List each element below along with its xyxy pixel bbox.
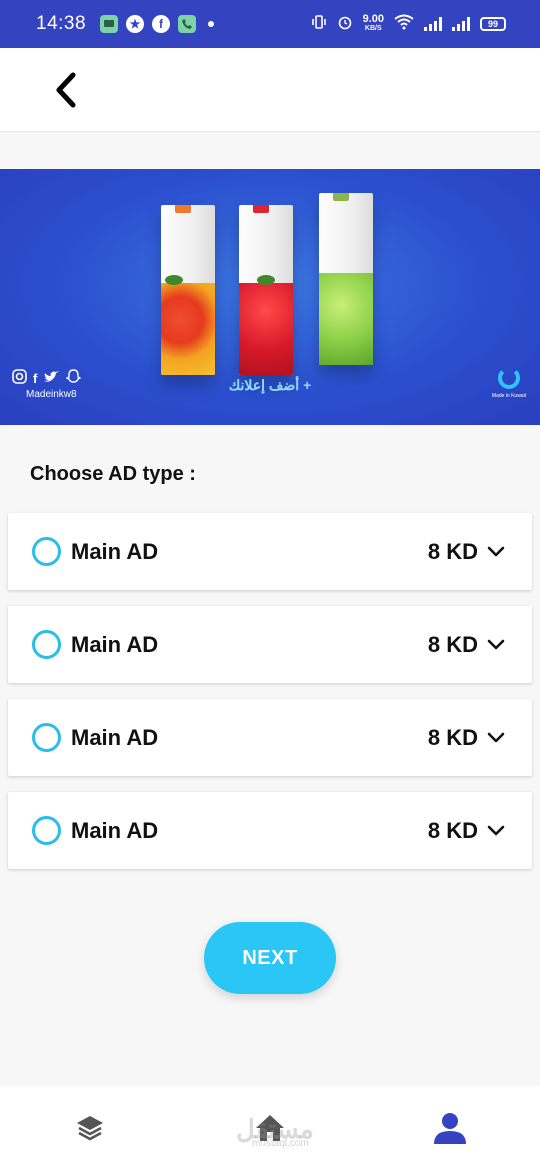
chevron-down-icon[interactable]	[484, 726, 508, 750]
ad-option-price: 8 KD	[427, 538, 478, 564]
ad-option-price: 8 KD	[427, 724, 478, 750]
nav-layers[interactable]	[70, 1108, 110, 1148]
apple-juice-carton	[319, 193, 373, 365]
profile-icon	[434, 1113, 466, 1144]
status-right: 9.00 KB/S 99	[311, 14, 506, 35]
made-in-kuwait-logo: Made in Kuwait	[492, 367, 526, 401]
status-bar: 14:38 ★ f 9.00 KB/S 99	[0, 0, 540, 48]
network-speed: 9.00 KB/S	[362, 13, 384, 33]
back-button[interactable]	[46, 68, 86, 112]
chevron-left-icon	[56, 72, 76, 108]
battery-icon: 99	[480, 17, 506, 31]
radio-button[interactable]	[32, 630, 61, 659]
app-header	[0, 48, 540, 132]
network-speed-unit: KB/S	[364, 25, 382, 32]
facebook-icon: f	[152, 15, 171, 33]
brand-text: Made in Kuwait	[491, 393, 527, 399]
chevron-down-icon[interactable]	[484, 819, 508, 843]
notification-icons: ★ f	[100, 15, 215, 33]
alarm-icon	[337, 14, 353, 35]
radio-button[interactable]	[32, 816, 61, 845]
message-icon	[100, 15, 119, 33]
ad-option-3[interactable]: Main AD 8 KD	[8, 699, 532, 776]
vibrate-icon	[311, 14, 327, 35]
ad-option-price: 8 KD	[427, 631, 478, 657]
ad-option-label: Main AD	[71, 817, 159, 843]
ad-option-2[interactable]: Main AD 8 KD	[8, 606, 532, 683]
ad-option-1[interactable]: Main AD 8 KD	[8, 513, 532, 590]
status-time: 14:38	[36, 13, 87, 34]
promo-banner[interactable]: f Madeinkw8 + أضف إعلانك Made in Kuwait	[0, 169, 540, 425]
ad-option-label: Main AD	[71, 538, 159, 564]
ad-option-price: 8 KD	[427, 817, 478, 843]
star-icon: ★	[126, 15, 145, 33]
chevron-down-icon[interactable]	[484, 633, 508, 657]
more-notifications-dot	[208, 21, 215, 27]
mango-juice-carton	[161, 205, 215, 375]
chevron-down-icon[interactable]	[484, 540, 508, 564]
add-your-ad-text: + أضف إعلانك	[228, 377, 312, 393]
nav-profile[interactable]	[430, 1108, 470, 1148]
choose-ad-type-title: Choose AD type :	[30, 463, 196, 485]
layers-icon	[77, 1116, 103, 1141]
wifi-icon	[394, 14, 414, 35]
strawberry-juice-carton	[239, 205, 293, 375]
next-button[interactable]: NEXT	[204, 922, 336, 994]
watermark-url: mostaql.com	[252, 1138, 309, 1149]
signal-icon-2	[452, 17, 470, 31]
radio-button[interactable]	[32, 723, 61, 752]
ad-option-label: Main AD	[71, 631, 159, 657]
signal-icon-1	[424, 17, 442, 31]
ad-option-label: Main AD	[71, 724, 159, 750]
radio-button[interactable]	[32, 537, 61, 566]
ad-option-4[interactable]: Main AD 8 KD	[8, 792, 532, 869]
phone-icon	[178, 15, 197, 33]
network-speed-value: 9.00	[362, 13, 384, 25]
